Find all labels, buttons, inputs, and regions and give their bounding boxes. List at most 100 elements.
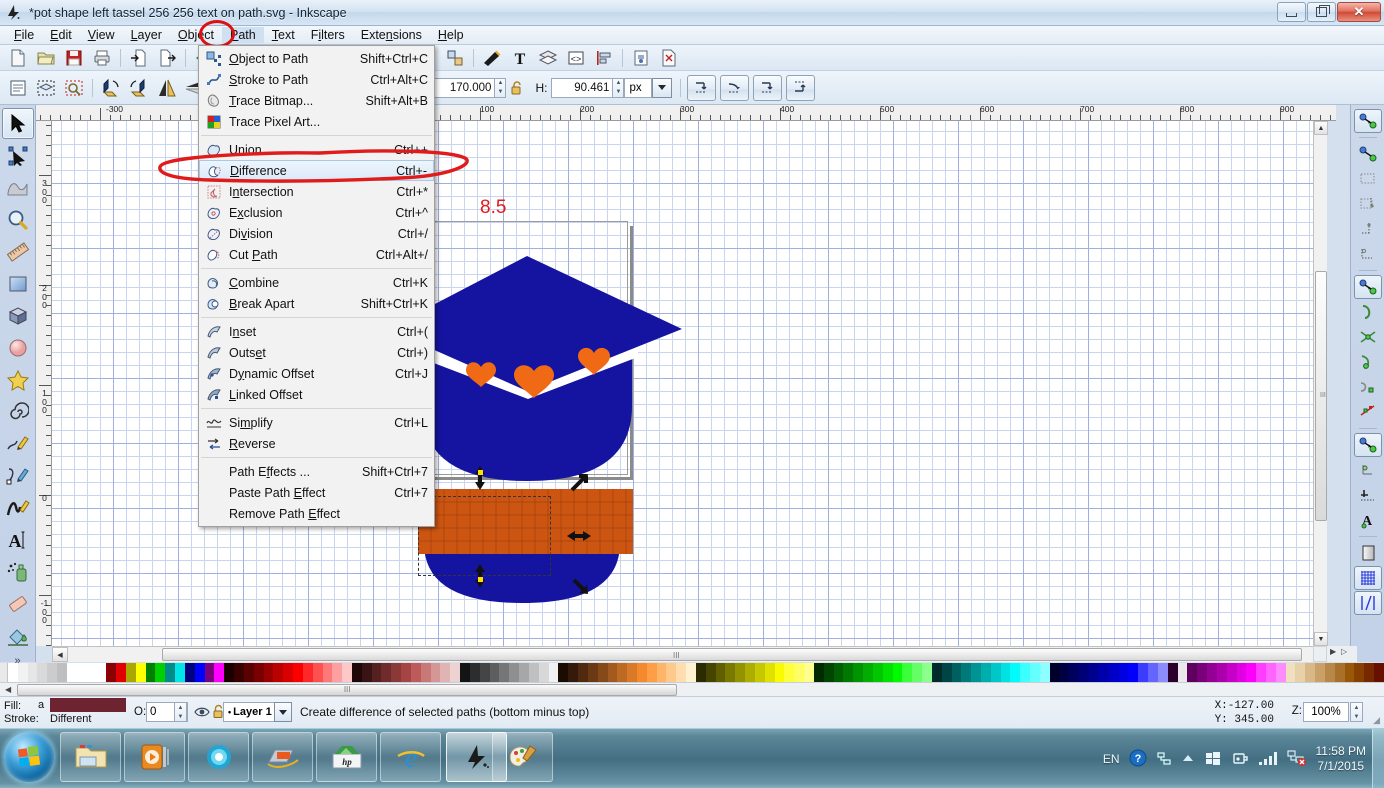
scroll-down-arrow[interactable]: ▼ [1314,632,1328,646]
palette-swatch[interactable] [1030,663,1040,682]
palette-swatch[interactable] [1324,663,1335,682]
help-question-icon[interactable]: ? [1129,749,1147,770]
palette-swatch[interactable] [843,663,854,682]
taskbar-clock[interactable]: 11:58 PM 7/1/2015 [1316,744,1366,774]
palette-swatch[interactable] [931,663,942,682]
palette-swatch[interactable] [47,663,58,682]
palette-swatch[interactable] [469,663,480,682]
palette-swatch[interactable] [735,663,746,682]
palette-scrollbar[interactable]: ◀ III [0,682,1384,696]
palette-swatch[interactable] [990,663,1001,682]
rectangle-tool[interactable] [2,268,34,299]
h-field[interactable]: 90.461 [551,77,614,98]
palette-swatch[interactable] [460,663,470,682]
palette-swatch[interactable] [401,663,411,682]
network-error-icon[interactable] [1286,749,1307,770]
palette-swatch[interactable] [155,663,166,682]
xml-editor-icon[interactable]: <> [563,47,589,69]
lower-one-step-button[interactable] [720,74,750,101]
horizontal-scroll-thumb[interactable]: III [162,648,1302,661]
palette-swatch[interactable] [961,663,972,682]
palette-swatch[interactable] [745,663,755,682]
tweak-tool[interactable] [2,172,34,203]
palette-swatch[interactable] [1364,663,1375,682]
palette-swatch[interactable] [695,663,706,682]
palette-swatch[interactable] [8,663,18,682]
palette-swatch[interactable] [1344,663,1355,682]
palette-swatch[interactable] [332,663,343,682]
menu-item-exclusion[interactable]: Exclusion Ctrl+^ [199,202,434,223]
menu-item-union[interactable]: Union Ctrl++ [199,139,434,160]
menu-item-object-to-path[interactable]: Object to Path Shift+Ctrl+C [199,48,434,69]
palette-swatch[interactable] [116,663,126,682]
palette-swatch[interactable] [1295,663,1306,682]
palette-swatch[interactable] [754,663,765,682]
menu-view[interactable]: View [80,27,123,43]
w-field[interactable]: 170.000 [433,77,496,98]
palette-swatch[interactable] [420,663,431,682]
palette-swatch[interactable] [676,663,687,682]
palette-swatch[interactable] [538,663,549,682]
menu-file[interactable]: File [6,27,42,43]
palette-swatch[interactable] [646,663,657,682]
select-all-icon[interactable] [5,77,31,99]
hp-taskbar-item[interactable]: hp [316,732,377,782]
show-hidden-arrow-icon[interactable] [1181,752,1195,766]
snap-path-icon[interactable] [1354,300,1382,324]
palette-swatch[interactable] [922,663,932,682]
palette-swatch[interactable] [450,663,461,682]
text-tool[interactable]: A [2,524,34,555]
vertical-scroll-thumb[interactable]: III [1315,271,1327,521]
snap-midpoints-icon[interactable] [1354,400,1382,424]
snap-bbox-edge-mid-icon[interactable] [1354,192,1382,216]
menu-item-trace-bitmap[interactable]: Trace Bitmap... Shift+Alt+B [199,90,434,111]
palette-swatch[interactable] [1256,663,1266,682]
palette-swatch[interactable] [263,663,274,682]
palette-swatch[interactable] [106,663,117,682]
palette-swatch[interactable] [872,663,883,682]
pencil-tool[interactable] [2,428,34,459]
palette-swatch[interactable] [145,663,156,682]
resize-grip[interactable]: ◢ [1373,715,1380,726]
palette-swatch[interactable] [597,663,608,682]
palette-swatch[interactable] [214,663,225,682]
palette-swatch[interactable] [548,663,559,682]
palette-swatch[interactable] [499,663,510,682]
bezier-pen-tool[interactable] [2,460,34,491]
scroll-left-arrow[interactable]: ◀ [52,647,68,662]
select-all-layers-icon[interactable] [33,77,59,99]
palette-swatch[interactable] [371,663,382,682]
show-desktop-button[interactable] [1372,729,1384,788]
vertical-scrollbar[interactable]: ▲ III ▼ [1313,121,1328,646]
windows-flag-icon[interactable] [1204,750,1222,769]
windows-start-orb[interactable] [4,732,54,782]
opacity-spinner[interactable]: ▲ ▼ [174,702,187,722]
snap-bbox-center-icon[interactable] [1354,217,1382,241]
language-indicator[interactable]: EN [1103,752,1120,766]
palette-swatch[interactable] [312,663,323,682]
palette-swatch[interactable] [1226,663,1237,682]
lock-open-icon[interactable] [507,77,527,99]
menu-extensions[interactable]: Extensions [353,27,430,43]
snap-cusp-node-icon[interactable] [1354,350,1382,374]
palette-swatch[interactable] [224,663,235,682]
palette-swatch[interactable] [410,663,421,682]
ellipse-tool[interactable] [2,332,34,363]
snap-smooth-node-icon[interactable] [1354,375,1382,399]
palette-swatch[interactable] [184,663,195,682]
palette-swatch[interactable] [853,663,864,682]
palette-swatch[interactable] [1236,663,1247,682]
fill-color-swatch[interactable] [50,698,126,712]
palette-swatch[interactable] [882,663,893,682]
palette-swatch[interactable] [293,663,303,682]
raise-one-step-button[interactable] [753,74,783,101]
palette-swatch[interactable] [1148,663,1158,682]
palette-swatch[interactable] [361,663,372,682]
palette-swatch[interactable] [1128,663,1139,682]
open-folder-icon[interactable] [33,47,59,69]
palette-swatch[interactable] [1157,663,1168,682]
menu-text[interactable]: Text [264,27,303,43]
palette-swatch[interactable] [430,663,441,682]
palette-swatch[interactable] [1246,663,1257,682]
palette-swatch[interactable] [764,663,775,682]
